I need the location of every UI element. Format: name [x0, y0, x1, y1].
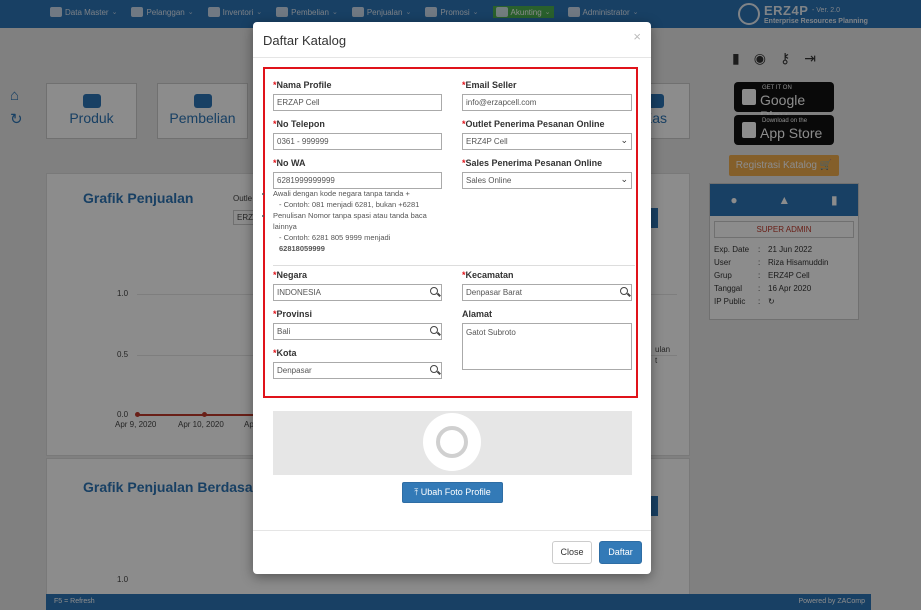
email-seller-input[interactable]: info@erzapcell.com [462, 94, 632, 111]
no-wa-input[interactable]: 6281999999999 [273, 172, 442, 189]
profile-image-preview [273, 411, 632, 475]
sales-select[interactable]: Sales Online ⌄ [462, 172, 632, 189]
modal-header: Daftar Katalog × [253, 22, 651, 58]
sales-label: *Sales Penerima Pesanan Online [462, 158, 603, 168]
change-photo-button[interactable]: ⤒ Ubah Foto Profile [402, 482, 503, 503]
no-telepon-label: *No Telepon [273, 119, 325, 129]
search-icon[interactable] [430, 287, 438, 295]
modal-footer-divider [253, 530, 651, 531]
kota-input[interactable]: Denpasar [273, 362, 442, 379]
negara-input[interactable]: INDONESIA [273, 284, 442, 301]
modal-title: Daftar Katalog [263, 33, 347, 48]
close-button[interactable]: Close [552, 541, 592, 564]
alamat-textarea[interactable]: Gatot Subroto [462, 323, 632, 370]
no-wa-label: *No WA [273, 158, 306, 168]
search-icon[interactable] [430, 365, 438, 373]
outlet-label: *Outlet Penerima Pesanan Online [462, 119, 605, 129]
email-seller-label: *Email Seller [462, 80, 517, 90]
search-icon[interactable] [430, 326, 438, 334]
search-icon[interactable] [620, 287, 628, 295]
daftar-katalog-modal: Daftar Katalog × *Nama Profile ERZAP Cel… [253, 22, 651, 574]
provinsi-label: *Provinsi [273, 309, 313, 319]
kota-label: *Kota [273, 348, 297, 358]
close-icon[interactable]: × [633, 29, 641, 44]
wa-format-hint: Awali dengan kode negara tanpa tanda +- … [265, 188, 445, 254]
outlet-select[interactable]: ERZ4P Cell ⌄ [462, 133, 632, 150]
nama-profile-input[interactable]: ERZAP Cell [273, 94, 442, 111]
chevron-down-icon: ⌄ [620, 135, 628, 145]
alamat-label: Alamat [462, 309, 493, 319]
kecamatan-label: *Kecamatan [462, 270, 514, 280]
profile-logo-icon [423, 413, 481, 471]
provinsi-input[interactable]: Bali [273, 323, 442, 340]
daftar-button[interactable]: Daftar [599, 541, 642, 564]
negara-label: *Negara [273, 270, 308, 280]
section-divider [273, 265, 635, 266]
chevron-down-icon: ⌄ [620, 174, 628, 184]
no-telepon-input[interactable]: 0361 - 999999 [273, 133, 442, 150]
nama-profile-label: *Nama Profile [273, 80, 332, 90]
kecamatan-input[interactable]: Denpasar Barat [462, 284, 632, 301]
upload-icon: ⤒ [414, 487, 419, 497]
